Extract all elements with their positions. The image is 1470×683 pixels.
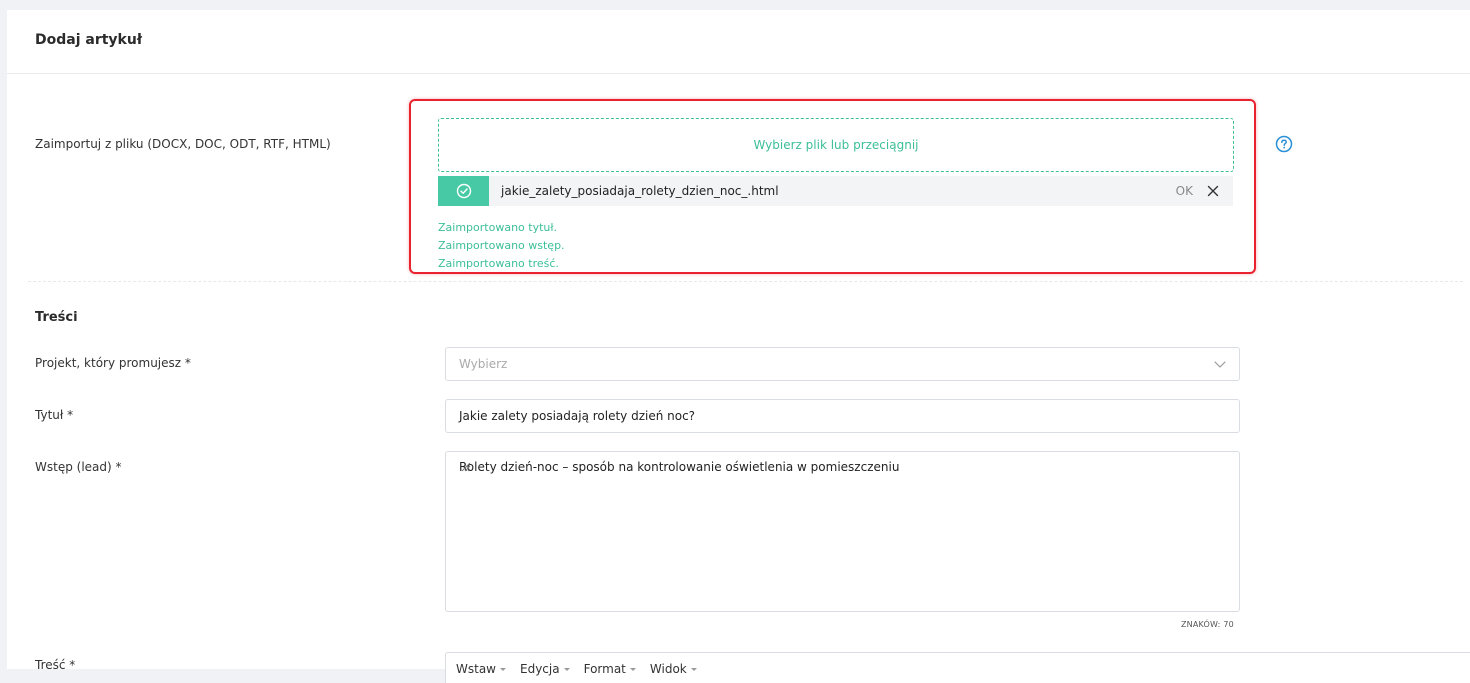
caret-down-icon: [500, 667, 506, 671]
menu-view[interactable]: Widok: [650, 662, 697, 676]
title-label: Tytuł *: [35, 408, 74, 422]
page-title: Dodaj artykuł: [35, 32, 143, 48]
uploaded-file-row: jakie_zalety_posiadaja_rolety_dzien_noc_…: [438, 176, 1233, 206]
project-label: Projekt, który promujesz *: [35, 356, 191, 370]
section-divider: [28, 281, 1463, 282]
lead-textarea[interactable]: Rolety dzień-noc – sposób na kontrolowan…: [445, 451, 1240, 612]
title-input[interactable]: Jakie zalety posiadają rolety dzień noc?: [445, 399, 1240, 433]
project-select[interactable]: Wybierz: [445, 347, 1240, 381]
resize-grip-icon[interactable]: [459, 460, 471, 472]
help-circle-icon[interactable]: [1275, 135, 1293, 153]
import-message-content: Zaimportowano treść.: [438, 257, 559, 270]
check-circle-icon: [438, 176, 489, 206]
file-dropzone[interactable]: Wybierz plik lub przeciągnij: [438, 118, 1234, 172]
card-header: Dodaj artykuł: [7, 10, 1470, 74]
lead-label: Wstęp (lead) *: [35, 460, 122, 474]
menu-format[interactable]: Format: [584, 662, 636, 676]
file-status: OK: [1175, 184, 1193, 198]
menu-insert-label: Wstaw: [456, 662, 496, 676]
caret-down-icon: [690, 667, 697, 671]
close-icon[interactable]: [1203, 181, 1223, 201]
editor-menubar: Wstaw Edycja Format Widok: [445, 652, 1470, 683]
lead-char-count: ZNAKÓW: 70: [1181, 620, 1234, 629]
project-select-placeholder: Wybierz: [459, 357, 508, 371]
import-message-lead: Zaimportowano wstęp.: [438, 239, 565, 252]
caret-down-icon: [563, 667, 570, 671]
chevron-down-icon: [1213, 357, 1227, 371]
uploaded-file-name: jakie_zalety_posiadaja_rolety_dzien_noc_…: [501, 184, 779, 198]
title-input-value: Jakie zalety posiadają rolety dzień noc?: [459, 409, 696, 423]
content-label: Treść *: [35, 658, 76, 672]
menu-format-label: Format: [583, 662, 626, 676]
import-label: Zaimportuj z pliku (DOCX, DOC, ODT, RTF,…: [35, 137, 331, 151]
menu-edit-label: Edycja: [520, 662, 560, 676]
menu-view-label: Widok: [649, 662, 687, 676]
caret-down-icon: [629, 667, 636, 671]
menu-edit[interactable]: Edycja: [520, 662, 570, 676]
lead-textarea-value: Rolety dzień-noc – sposób na kontrolowan…: [459, 460, 900, 474]
import-message-title: Zaimportowano tytuł.: [438, 221, 557, 234]
section-title: Treści: [35, 310, 78, 325]
menu-insert[interactable]: Wstaw: [456, 662, 506, 676]
